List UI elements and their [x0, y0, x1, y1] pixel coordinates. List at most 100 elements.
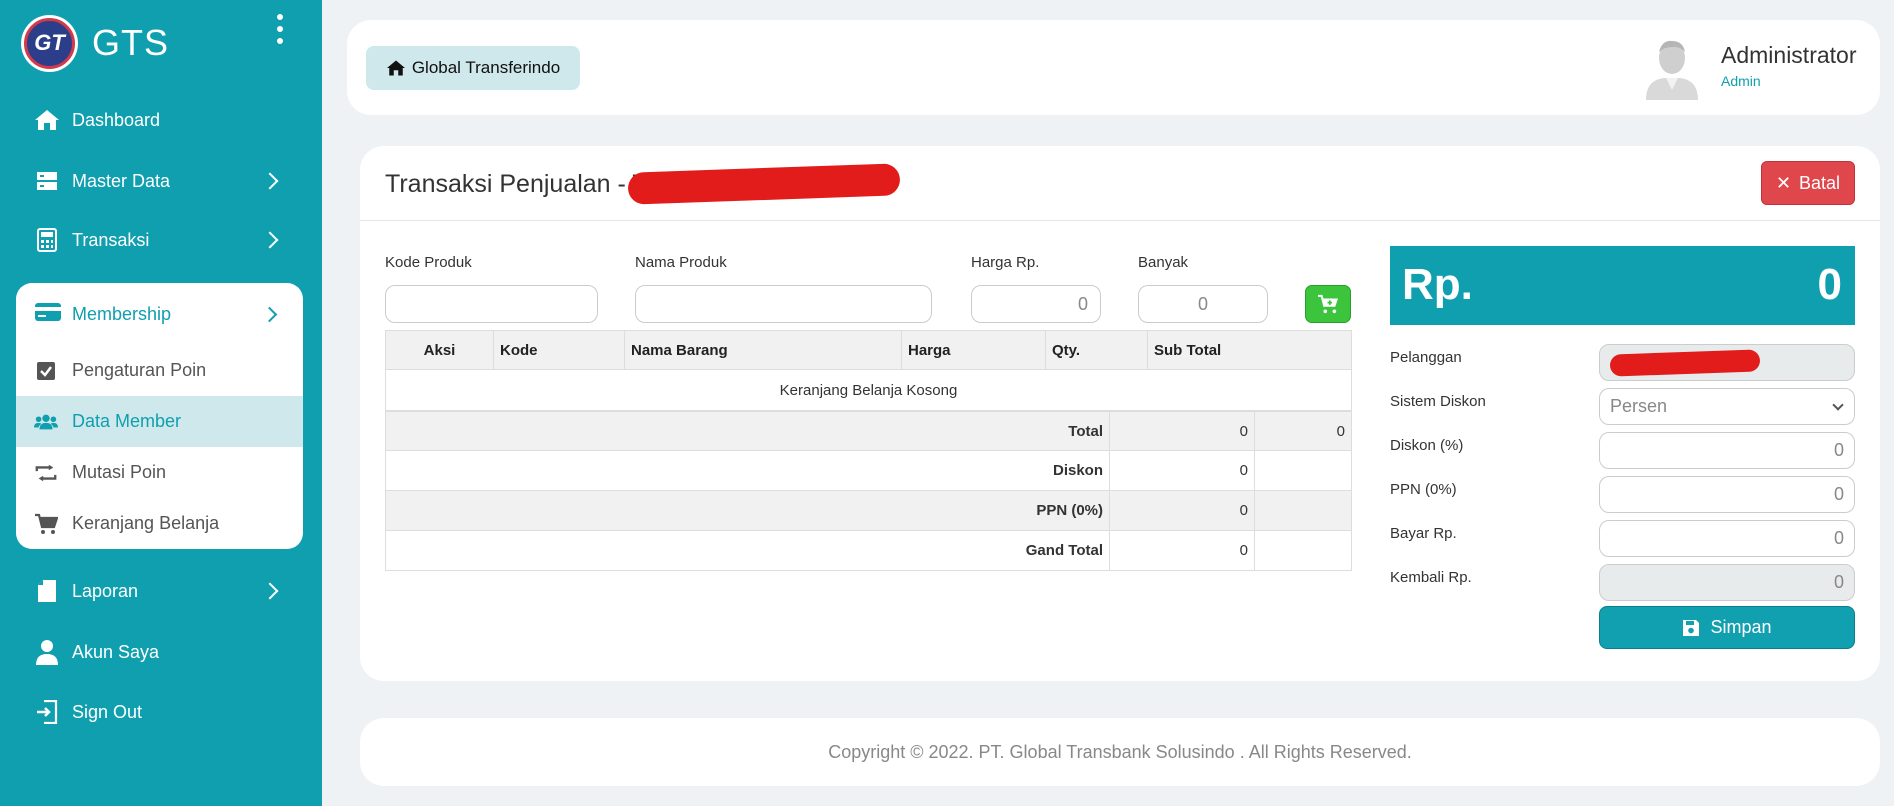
summary-value-2 [1255, 531, 1351, 570]
nav-membership[interactable]: Membership [16, 283, 303, 345]
divider [360, 220, 1880, 221]
empty-cart-message: Keranjang Belanja Kosong [385, 369, 1352, 411]
logo: GT [21, 14, 78, 72]
chevron-right-icon [261, 172, 279, 190]
copyright-text: Copyright © 2022. PT. Global Transbank S… [828, 741, 1412, 762]
cancel-button[interactable]: ✕ Batal [1761, 161, 1855, 205]
user-name: Administrator [1721, 42, 1857, 68]
cart-plus-icon [1318, 294, 1338, 314]
summary-label: Total [386, 412, 1110, 450]
sistem-diskon-label: Sistem Diskon [1390, 393, 1486, 410]
add-to-cart-button[interactable] [1305, 285, 1351, 323]
summary-row-diskon: Diskon 0 [385, 451, 1352, 491]
nama-produk-label: Nama Produk [635, 254, 727, 271]
home-breadcrumb-button[interactable]: Global Transferindo [366, 46, 580, 90]
nav-keranjang-belanja-label: Keranjang Belanja [72, 513, 220, 533]
nav-data-member[interactable]: Data Member [16, 396, 303, 447]
brand[interactable]: GT GTS [21, 14, 291, 72]
logo-mark: GT [24, 17, 75, 69]
summary-label: Diskon [386, 451, 1110, 490]
summary-label: Gand Total [386, 531, 1110, 570]
redaction-mark [1609, 349, 1761, 377]
nama-produk-input[interactable] [635, 285, 932, 323]
file-icon [34, 578, 60, 604]
save-button[interactable]: Simpan [1599, 606, 1855, 649]
nav-keranjang-belanja[interactable]: Keranjang Belanja [16, 498, 303, 549]
top-header: Global Transferindo Administrator Admin [347, 20, 1880, 115]
pelanggan-label: Pelanggan [1390, 349, 1462, 366]
nav-membership-label: Membership [72, 303, 172, 324]
home-breadcrumb-label: Global Transferindo [411, 58, 561, 77]
total-amount: 0 [1817, 260, 1842, 309]
sistem-diskon-value: Persen [1610, 396, 1668, 416]
nav-data-member-label: Data Member [72, 411, 182, 431]
summary-label: PPN (0%) [386, 491, 1110, 530]
nav-mutasi-poin-label: Mutasi Poin [72, 462, 167, 482]
kode-produk-input[interactable] [385, 285, 598, 323]
kembali-field: 0 [1599, 564, 1855, 601]
column-header: Harga [901, 330, 1046, 370]
summary-value: 0 [1110, 412, 1255, 450]
column-header: Sub Total [1147, 330, 1352, 370]
nav-pengaturan-poin[interactable]: Pengaturan Poin [16, 345, 303, 396]
summary-value: 0 [1110, 451, 1255, 490]
nav-sign-out[interactable]: Sign Out [0, 688, 322, 736]
summary-row-ppn: PPN (0%) 0 [385, 491, 1352, 531]
nav-transaksi-label: Transaksi [72, 229, 150, 250]
ppn-input[interactable]: 0 [1599, 476, 1855, 513]
membership-submenu: Membership Pengaturan Poin Data Member M… [16, 283, 303, 549]
sistem-diskon-select[interactable]: Persen [1599, 388, 1855, 425]
page-title: Transaksi Penjualan - T [385, 170, 648, 198]
bayar-input[interactable]: 0 [1599, 520, 1855, 557]
nav-akun-saya-label: Akun Saya [72, 641, 160, 662]
kode-produk-label: Kode Produk [385, 254, 472, 271]
diskon-input[interactable]: 0 [1599, 432, 1855, 469]
calculator-icon [34, 227, 60, 253]
brand-name: GTS [92, 22, 170, 63]
column-header: Qty. [1045, 330, 1148, 370]
home-icon [34, 107, 60, 133]
cancel-button-label: Batal [1799, 172, 1841, 193]
chevron-right-icon [261, 306, 278, 322]
summary-row-grand-total: Gand Total 0 [385, 531, 1352, 571]
nav-laporan-label: Laporan [72, 580, 139, 601]
harga-input[interactable]: 0 [971, 285, 1101, 323]
summary-value: 0 [1110, 531, 1255, 570]
kebab-menu-icon[interactable] [270, 14, 290, 44]
harga-label: Harga Rp. [971, 254, 1040, 271]
summary-row-total: Total 0 0 [385, 411, 1352, 451]
nav-pengaturan-poin-label: Pengaturan Poin [72, 360, 207, 380]
banyak-input[interactable]: 0 [1138, 285, 1268, 323]
nav-dashboard[interactable]: Dashboard [0, 96, 322, 144]
nav-akun-saya[interactable]: Akun Saya [0, 628, 322, 676]
nav-mutasi-poin[interactable]: Mutasi Poin [16, 447, 303, 498]
avatar[interactable] [1642, 38, 1702, 100]
nav-transaksi[interactable]: Transaksi [0, 216, 322, 264]
server-icon [34, 168, 60, 194]
cart-table: Aksi Kode Nama Barang Harga Qty. Sub Tot… [385, 330, 1352, 411]
summary-value: 0 [1110, 491, 1255, 530]
total-currency: Rp. [1402, 260, 1473, 309]
credit-card-icon [34, 302, 62, 327]
summary-value-2 [1255, 451, 1351, 490]
nav-dashboard-label: Dashboard [72, 109, 161, 130]
transaction-card: Transaksi Penjualan - T ✕ Batal Kode Pro… [360, 146, 1880, 681]
ppn-label: PPN (0%) [1390, 481, 1457, 498]
diskon-label: Diskon (%) [1390, 437, 1464, 454]
check-square-icon [34, 361, 58, 381]
nav-sign-out-label: Sign Out [72, 701, 143, 722]
nav-master-data-label: Master Data [72, 170, 171, 191]
chevron-right-icon [261, 231, 279, 249]
sign-out-icon [34, 699, 60, 725]
shopping-cart-icon [34, 513, 58, 535]
bayar-label: Bayar Rp. [1390, 525, 1457, 542]
table-header-row: Aksi Kode Nama Barang Harga Qty. Sub Tot… [385, 330, 1352, 370]
nav-laporan[interactable]: Laporan [0, 567, 322, 615]
nav-master-data[interactable]: Master Data [0, 157, 322, 205]
column-header: Nama Barang [624, 330, 902, 370]
save-button-label: Simpan [1710, 617, 1772, 637]
close-icon: ✕ [1775, 172, 1792, 193]
summary-value-2 [1255, 491, 1351, 530]
user-role: Admin [1721, 73, 1761, 89]
pelanggan-field[interactable] [1599, 344, 1855, 381]
